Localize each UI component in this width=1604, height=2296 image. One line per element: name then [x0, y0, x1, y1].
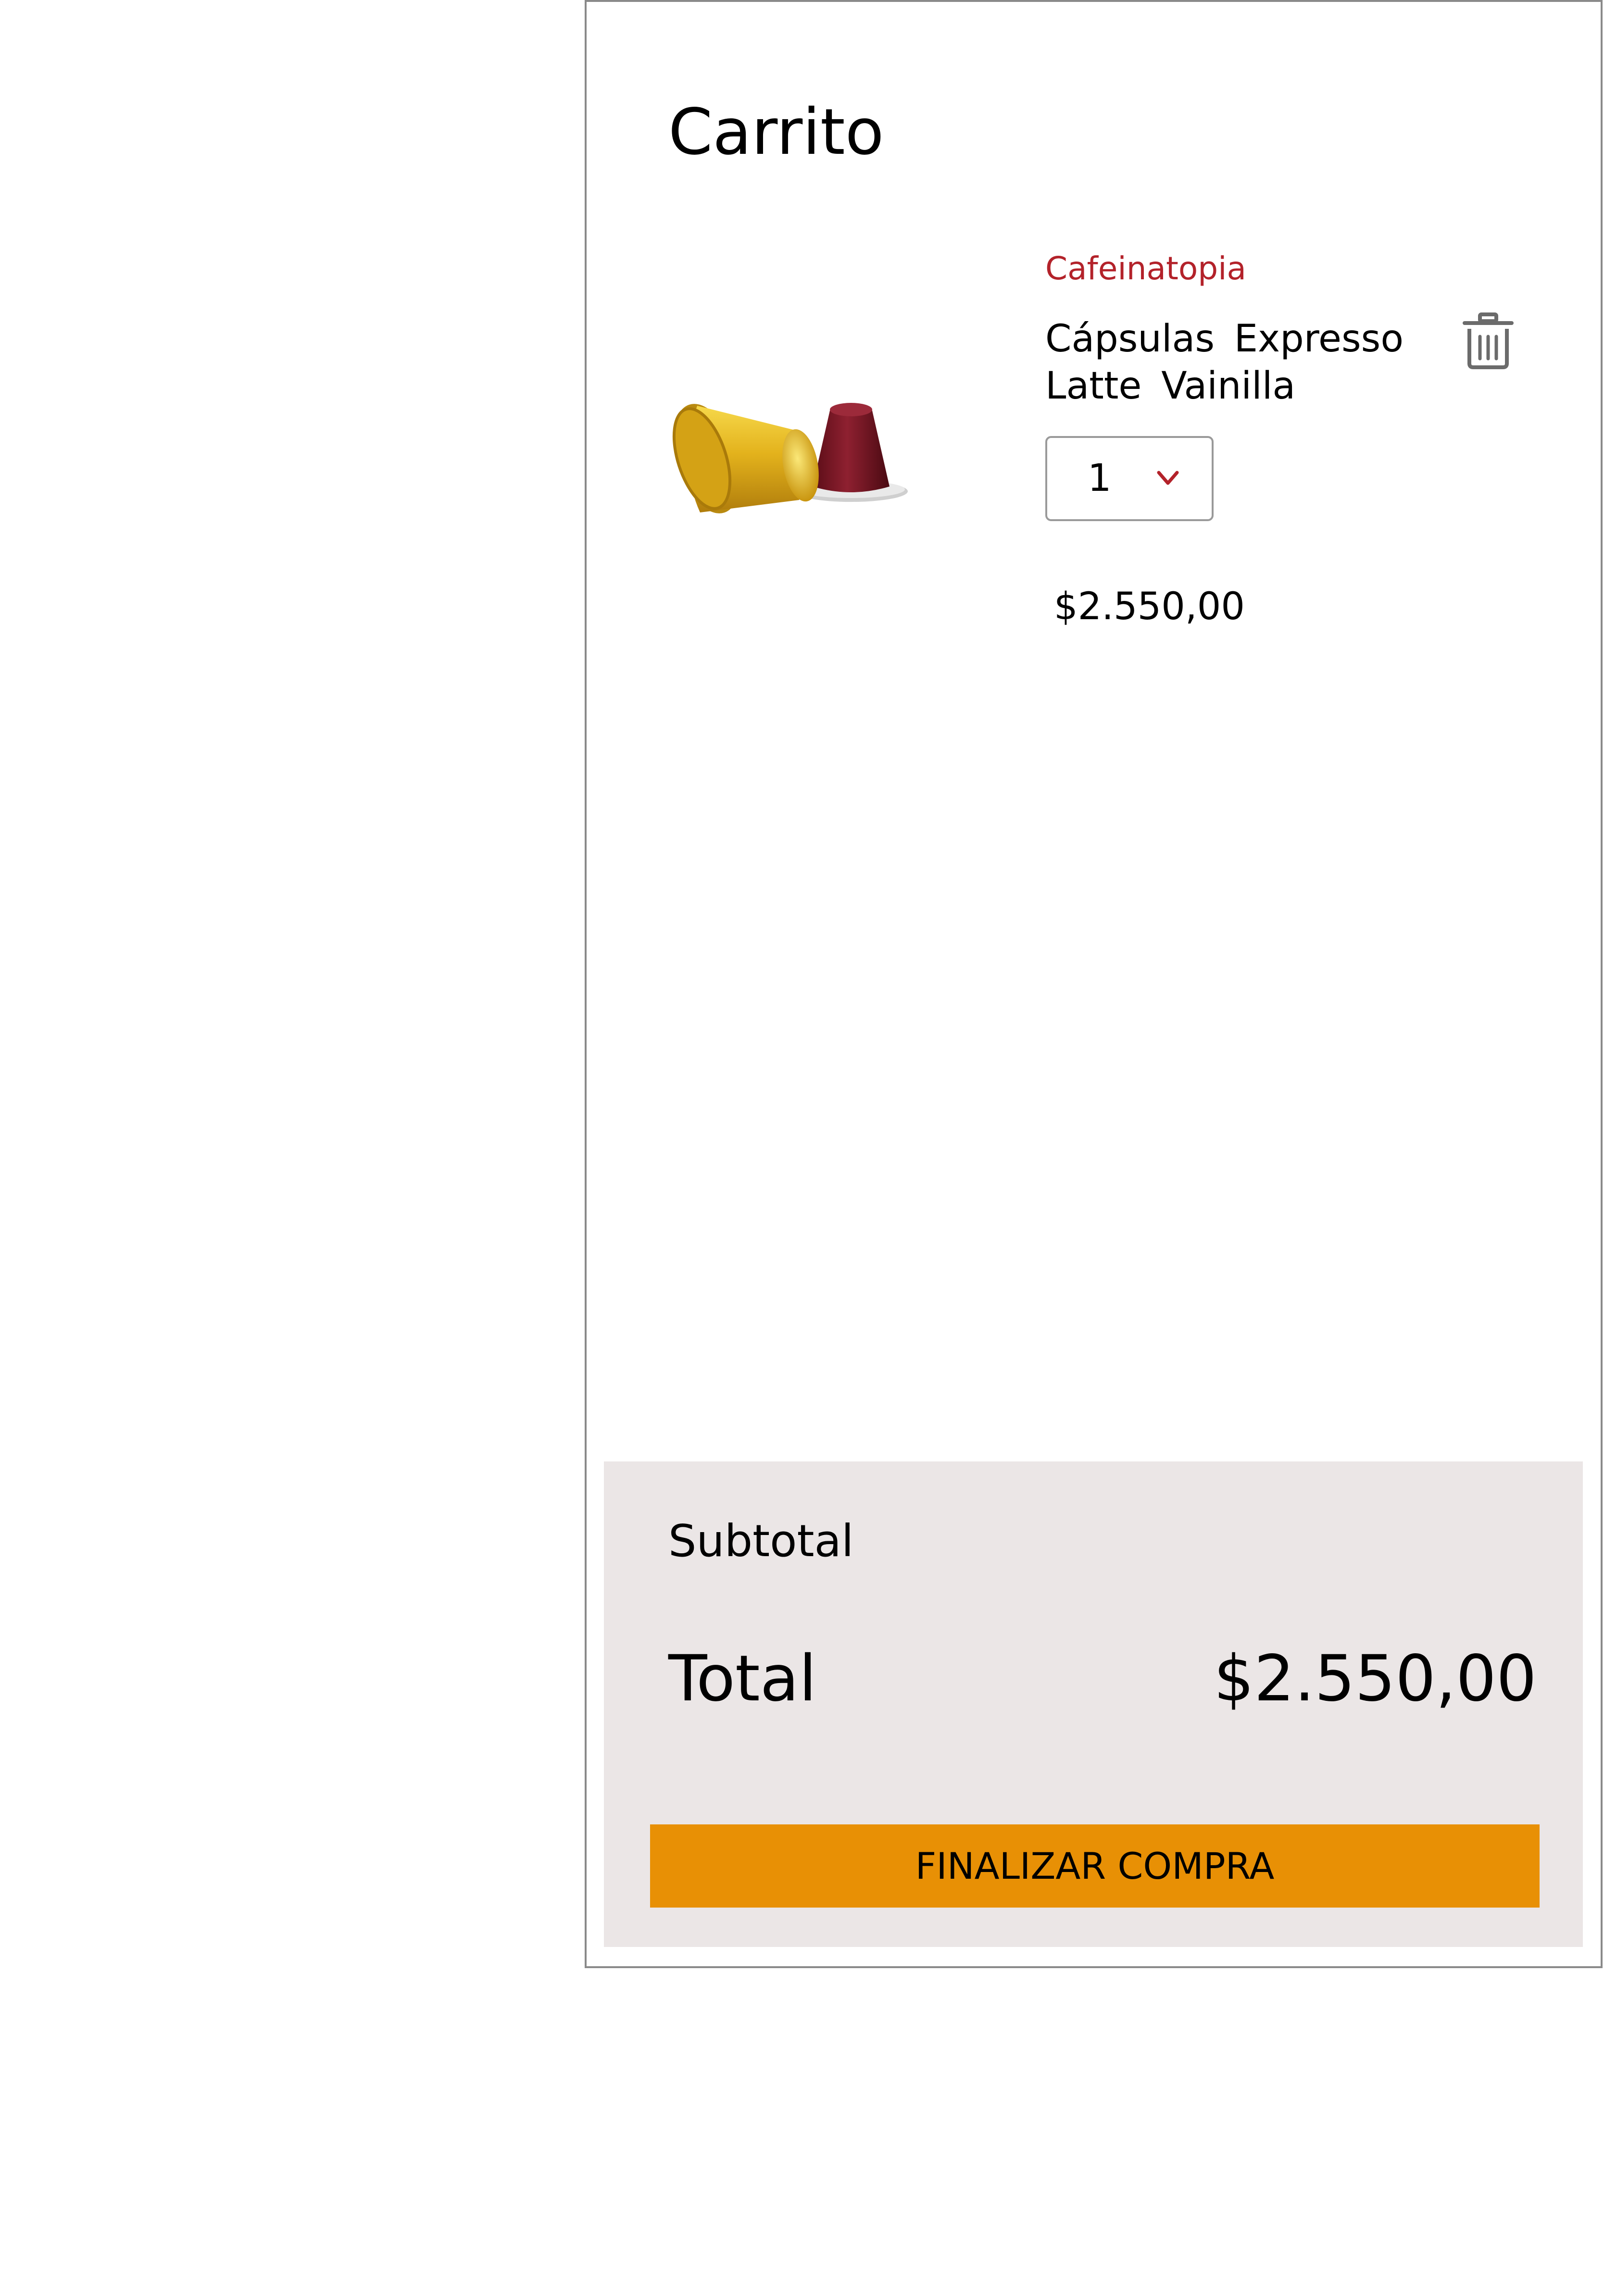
item-price: $2.550,00: [1054, 585, 1245, 628]
checkout-button[interactable]: FINALIZAR COMPRA: [650, 1824, 1540, 1908]
subtotal-label: Subtotal: [668, 1515, 854, 1567]
chevron-down-icon: [1157, 471, 1179, 485]
quantity-value: 1: [1088, 457, 1112, 500]
product-name[interactable]: Cápsulas Expresso Latte Vainilla: [1045, 315, 1440, 410]
cart-title: Carrito: [668, 95, 884, 169]
product-brand[interactable]: Cafeinatopia: [1045, 247, 1246, 290]
total-label: Total: [668, 1642, 817, 1716]
trash-icon[interactable]: [1462, 312, 1515, 370]
cart-panel: Carrito Cafeinatopia Cápsulas Expresso L…: [585, 0, 1603, 1968]
coffee-capsules-image: [672, 403, 908, 513]
order-summary: Subtotal Total $2.550,00 FINALIZAR COMPR…: [604, 1461, 1583, 1947]
quantity-select[interactable]: 1: [1045, 436, 1214, 521]
total-value: $2.550,00: [1214, 1642, 1537, 1716]
